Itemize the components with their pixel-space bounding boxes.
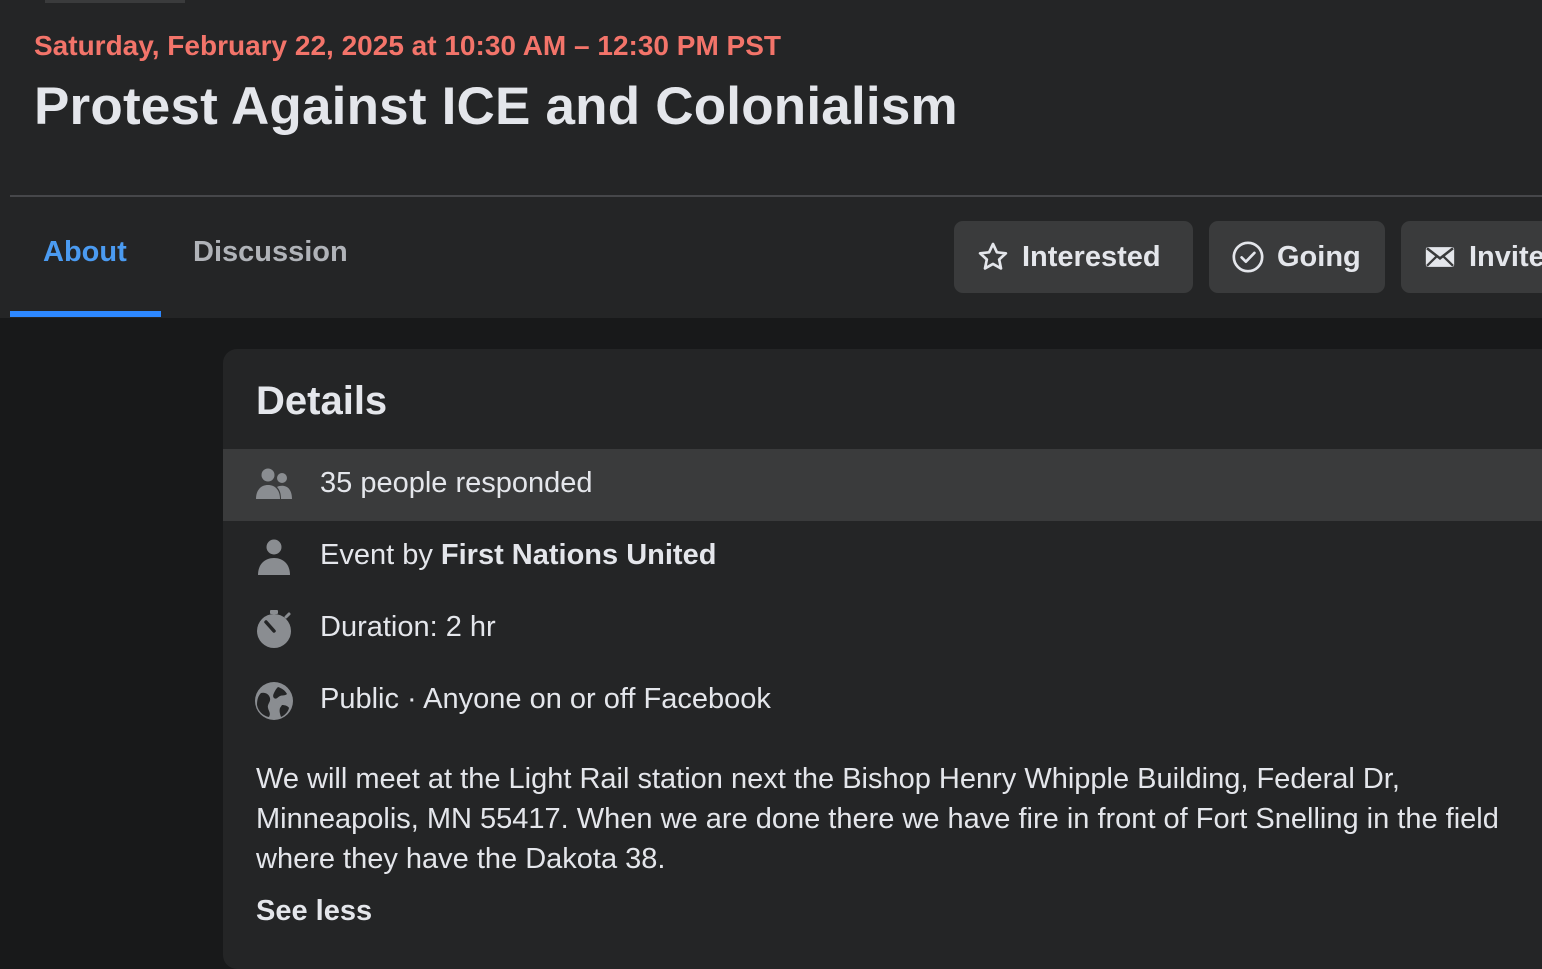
invite-button[interactable]: Invite xyxy=(1401,221,1542,293)
duration-text: Duration: 2 hr xyxy=(320,611,496,643)
event-title: Protest Against ICE and Colonialism xyxy=(34,77,958,136)
host-row: Event by First Nations United xyxy=(223,521,1542,593)
duration-row: Duration: 2 hr xyxy=(223,593,1542,665)
event-date: Saturday, February 22, 2025 at 10:30 AM … xyxy=(34,30,782,61)
responded-row[interactable]: 35 people responded xyxy=(223,449,1542,521)
tab-discussion[interactable]: Discussion xyxy=(193,236,348,269)
globe-icon xyxy=(255,682,293,720)
responded-text: 35 people responded xyxy=(320,467,593,499)
event-header: Saturday, February 22, 2025 at 10:30 AM … xyxy=(0,0,1542,318)
stopwatch-icon xyxy=(257,610,291,648)
interested-button[interactable]: Interested xyxy=(954,221,1193,293)
see-less-button[interactable]: See less xyxy=(256,895,372,928)
check-circle-icon xyxy=(1232,241,1264,273)
tab-about[interactable]: About xyxy=(43,236,127,269)
header-divider xyxy=(10,195,1542,197)
going-button[interactable]: Going xyxy=(1209,221,1385,293)
interested-label: Interested xyxy=(1022,240,1161,273)
invite-label: Invite xyxy=(1469,240,1542,273)
host-prefix: Event by xyxy=(320,539,441,571)
event-description: We will meet at the Light Rail station n… xyxy=(256,763,1499,875)
privacy-row: Public · Anyone on or off Facebook xyxy=(223,665,1542,737)
cover-edge xyxy=(45,0,185,3)
host-name-link[interactable]: First Nations United xyxy=(441,539,717,571)
privacy-text: Public · Anyone on or off Facebook xyxy=(320,683,771,715)
going-label: Going xyxy=(1277,240,1361,273)
envelope-icon xyxy=(1425,247,1455,267)
details-card: Details 35 people responded Event by Fir… xyxy=(223,349,1542,969)
active-tab-indicator xyxy=(10,311,161,317)
star-icon xyxy=(978,242,1008,270)
people-icon xyxy=(256,468,292,499)
person-icon xyxy=(258,539,290,575)
host-text: Event by First Nations United xyxy=(320,539,716,572)
details-heading: Details xyxy=(256,379,388,423)
